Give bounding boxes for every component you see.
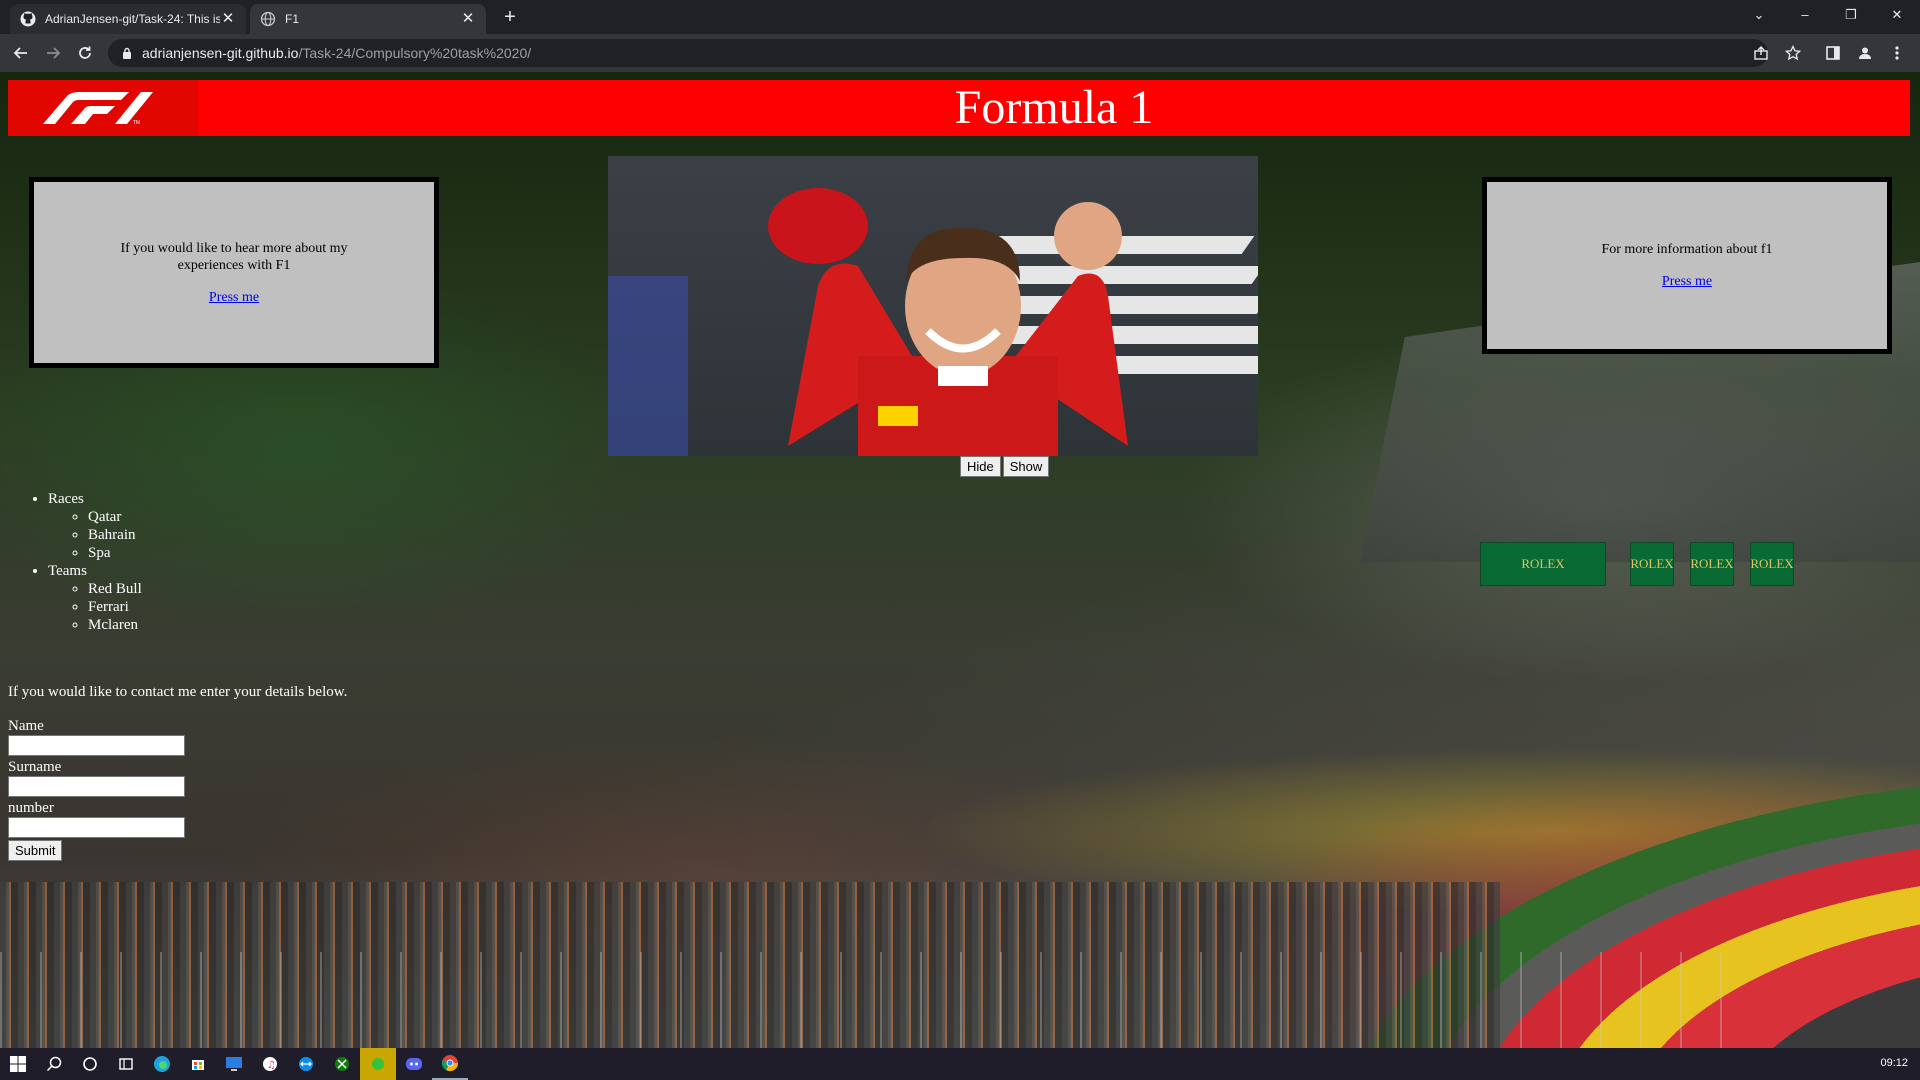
share-icon[interactable] bbox=[1748, 40, 1774, 66]
list-group-label: Races bbox=[48, 491, 84, 507]
page-viewport: ROLEX ROLEX ROLEX ROLEX TM Formula 1 If … bbox=[0, 72, 1920, 1048]
github-icon bbox=[20, 11, 36, 27]
browser-toolbar: adrianjensen-git.github.io/Task-24/Compu… bbox=[0, 34, 1920, 72]
experiences-text: If you would like to hear more about my … bbox=[120, 240, 348, 273]
contact-intro: If you would like to contact me enter yo… bbox=[8, 684, 348, 700]
list-item: Ferrari bbox=[88, 598, 142, 616]
close-tab-icon[interactable]: ✕ bbox=[460, 11, 476, 27]
close-tab-icon[interactable]: ✕ bbox=[220, 11, 236, 27]
list-item: Bahrain bbox=[88, 526, 142, 544]
page-title: Formula 1 bbox=[954, 81, 1154, 134]
f1-logo-mark: TM bbox=[43, 92, 153, 126]
windows-taskbar: ♫ 09:12 bbox=[0, 1048, 1920, 1080]
rolex-banner: ROLEX bbox=[1750, 542, 1794, 586]
image-toggle-controls: Hide Show bbox=[960, 456, 1050, 477]
rolex-banner: ROLEX bbox=[1690, 542, 1734, 586]
discord-icon[interactable] bbox=[396, 1048, 432, 1080]
back-button[interactable] bbox=[8, 40, 34, 66]
tab-title: AdrianJensen-git/Task-24: This is bbox=[45, 12, 220, 26]
minimize-button[interactable]: – bbox=[1782, 0, 1828, 30]
number-label: number bbox=[8, 800, 54, 816]
xbox-icon[interactable] bbox=[324, 1048, 360, 1080]
tab-github[interactable]: AdrianJensen-git/Task-24: This is ✕ bbox=[10, 4, 246, 34]
name-field[interactable] bbox=[8, 735, 185, 756]
svg-text:♫: ♫ bbox=[267, 1060, 276, 1071]
rolex-banner: ROLEX bbox=[1480, 542, 1606, 586]
hide-button[interactable]: Hide bbox=[960, 456, 1001, 477]
reload-button[interactable] bbox=[72, 40, 98, 66]
bookmark-star-icon[interactable] bbox=[1780, 40, 1806, 66]
windows-start-icon[interactable] bbox=[0, 1048, 36, 1080]
list-item: Mclaren bbox=[88, 616, 142, 634]
store-icon[interactable] bbox=[180, 1048, 216, 1080]
tab-search-icon[interactable]: ⌄ bbox=[1736, 0, 1782, 30]
cortana-icon[interactable] bbox=[72, 1048, 108, 1080]
gamepad-app-icon[interactable] bbox=[360, 1048, 396, 1080]
name-label: Name bbox=[8, 718, 44, 734]
tab-f1[interactable]: F1 ✕ bbox=[250, 4, 486, 34]
taskbar-clock[interactable]: 09:12 bbox=[1880, 1057, 1908, 1069]
forward-button[interactable] bbox=[40, 40, 66, 66]
arrow-right-icon bbox=[47, 47, 61, 59]
close-window-button[interactable]: ✕ bbox=[1874, 0, 1920, 30]
new-tab-button[interactable]: + bbox=[498, 5, 522, 29]
driver-figure bbox=[768, 188, 1128, 456]
side-panel-icon[interactable] bbox=[1820, 40, 1846, 66]
list-item-teams: Teams Red Bull Ferrari Mclaren bbox=[48, 562, 142, 634]
list-group-label: Teams bbox=[48, 563, 87, 579]
rolex-banner: ROLEX bbox=[1630, 542, 1674, 586]
list-item: Red Bull bbox=[88, 580, 142, 598]
url-host: adrianjensen-git.github.io bbox=[142, 45, 299, 61]
menu-kebab-icon[interactable] bbox=[1884, 40, 1910, 66]
globe-icon bbox=[260, 11, 276, 27]
search-icon[interactable] bbox=[36, 1048, 72, 1080]
fence-background bbox=[0, 952, 1760, 1048]
submit-button[interactable]: Submit bbox=[8, 840, 63, 861]
show-button[interactable]: Show bbox=[1002, 456, 1050, 477]
svg-text:TM: TM bbox=[133, 120, 140, 126]
url-path: /Task-24/Compulsory%20task%2020/ bbox=[298, 45, 532, 61]
experiences-link[interactable]: Press me bbox=[209, 290, 259, 306]
tab-strip: AdrianJensen-git/Task-24: This is ✕ F1 ✕… bbox=[0, 0, 1920, 34]
more-info-link[interactable]: Press me bbox=[1662, 274, 1712, 290]
chrome-icon[interactable] bbox=[432, 1048, 468, 1080]
task-view-icon[interactable] bbox=[108, 1048, 144, 1080]
restore-button[interactable]: ❐ bbox=[1828, 0, 1874, 30]
address-bar[interactable]: adrianjensen-git.github.io/Task-24/Compu… bbox=[108, 39, 1768, 67]
more-info-box: For more information about f1 Press me bbox=[1482, 177, 1892, 354]
more-info-text: For more information about f1 bbox=[1601, 242, 1773, 257]
site-header: TM Formula 1 bbox=[8, 80, 1910, 136]
arrow-left-icon bbox=[13, 47, 27, 59]
profile-icon[interactable] bbox=[1852, 40, 1878, 66]
lock-icon bbox=[123, 47, 131, 59]
reload-icon bbox=[79, 46, 91, 59]
list-item: Qatar bbox=[88, 508, 142, 526]
experiences-box: If you would like to hear more about my … bbox=[29, 177, 439, 368]
monitor-icon[interactable] bbox=[216, 1048, 252, 1080]
teamviewer-icon[interactable] bbox=[288, 1048, 324, 1080]
list-item: Spa bbox=[88, 544, 142, 562]
itunes-icon[interactable]: ♫ bbox=[252, 1048, 288, 1080]
number-field[interactable] bbox=[8, 817, 185, 838]
f1-logo: TM bbox=[8, 80, 198, 136]
surname-field[interactable] bbox=[8, 776, 185, 797]
hero-image-driver bbox=[608, 156, 1258, 456]
edge-icon[interactable] bbox=[144, 1048, 180, 1080]
category-list: Races Qatar Bahrain Spa Teams Red Bull F… bbox=[0, 490, 142, 634]
tab-title: F1 bbox=[285, 12, 300, 26]
list-item-races: Races Qatar Bahrain Spa bbox=[48, 490, 142, 562]
contact-form: If you would like to contact me enter yo… bbox=[8, 684, 347, 861]
surname-label: Surname bbox=[8, 759, 62, 775]
